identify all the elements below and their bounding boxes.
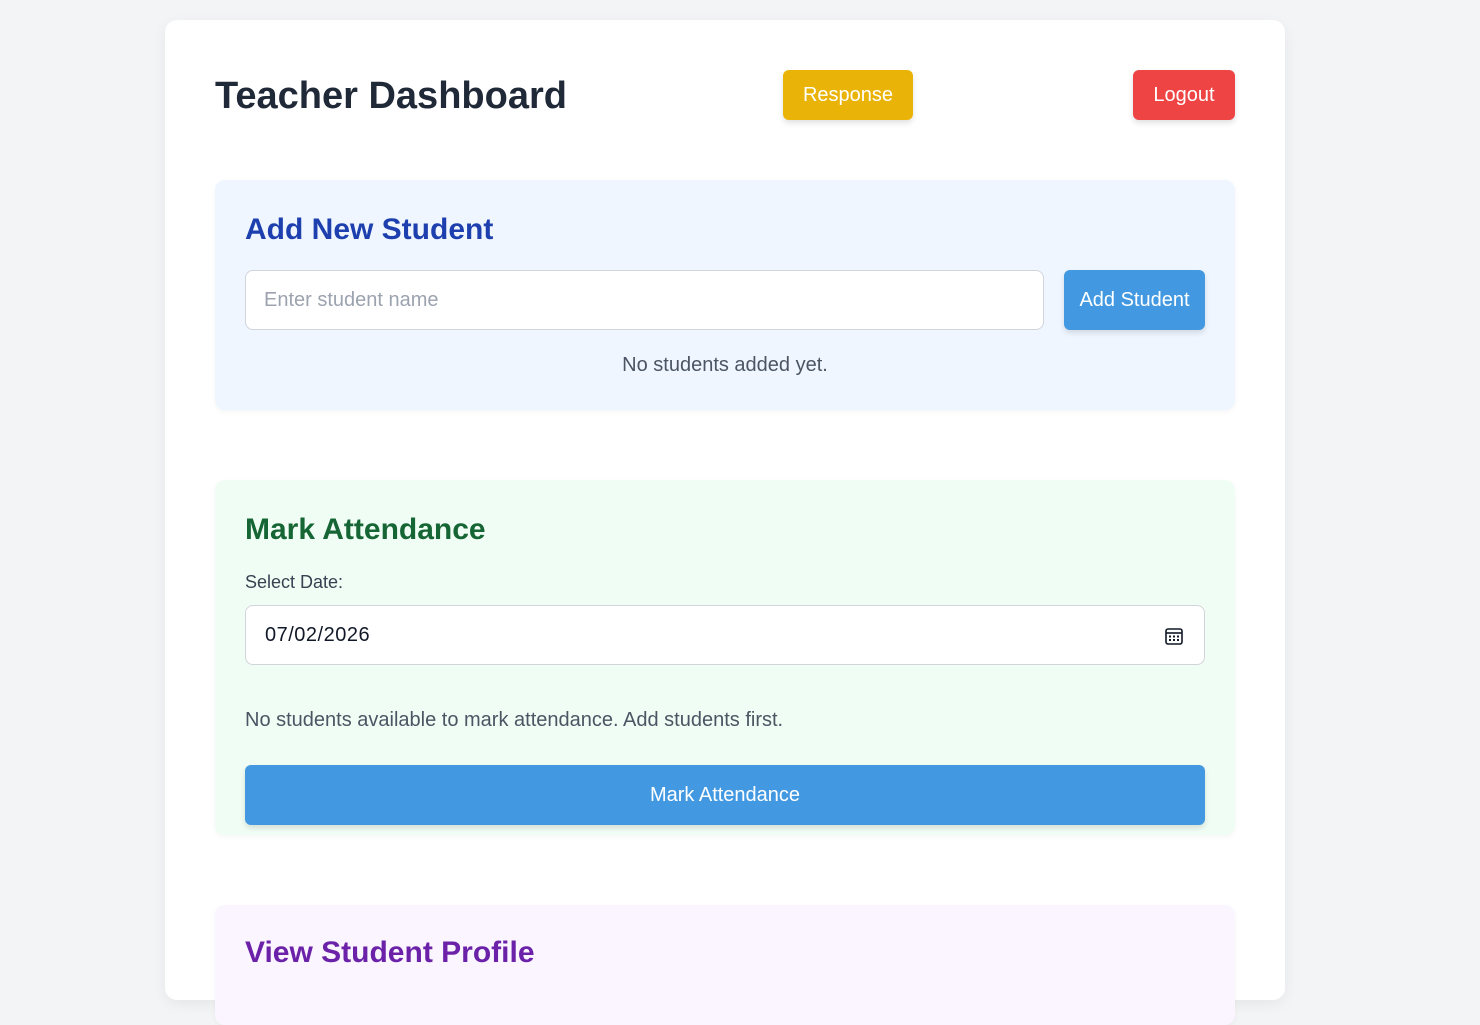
student-name-input[interactable] [245,270,1044,330]
date-value: 07/02/2026 [265,624,371,646]
view-student-profile-section: View Student Profile [215,905,1235,1025]
no-attendance-message: No students available to mark attendance… [245,709,784,731]
dashboard-card: Teacher Dashboard Response Logout Add Ne… [165,20,1285,1025]
response-button[interactable]: Response [783,70,913,120]
add-student-button[interactable]: Add Student [1064,270,1205,330]
mark-attendance-button[interactable]: Mark Attendance [245,765,1205,825]
select-date-label: Select Date: [245,572,344,592]
view-profile-title: View Student Profile [245,936,535,969]
page-title: Teacher Dashboard [215,75,567,117]
mark-attendance-title: Mark Attendance [245,513,486,546]
calendar-icon[interactable] [1164,626,1184,646]
dashboard-header: Teacher Dashboard Response Logout [215,70,1235,120]
no-students-message: No students added yet. [622,354,828,376]
logout-button[interactable]: Logout [1133,70,1235,120]
add-student-section: Add New Student Add Student No students … [215,180,1235,410]
mark-attendance-section: Mark Attendance Select Date: 07/02/2026 … [215,480,1235,835]
add-student-title: Add New Student [245,213,494,246]
date-input[interactable]: 07/02/2026 [245,605,1205,665]
